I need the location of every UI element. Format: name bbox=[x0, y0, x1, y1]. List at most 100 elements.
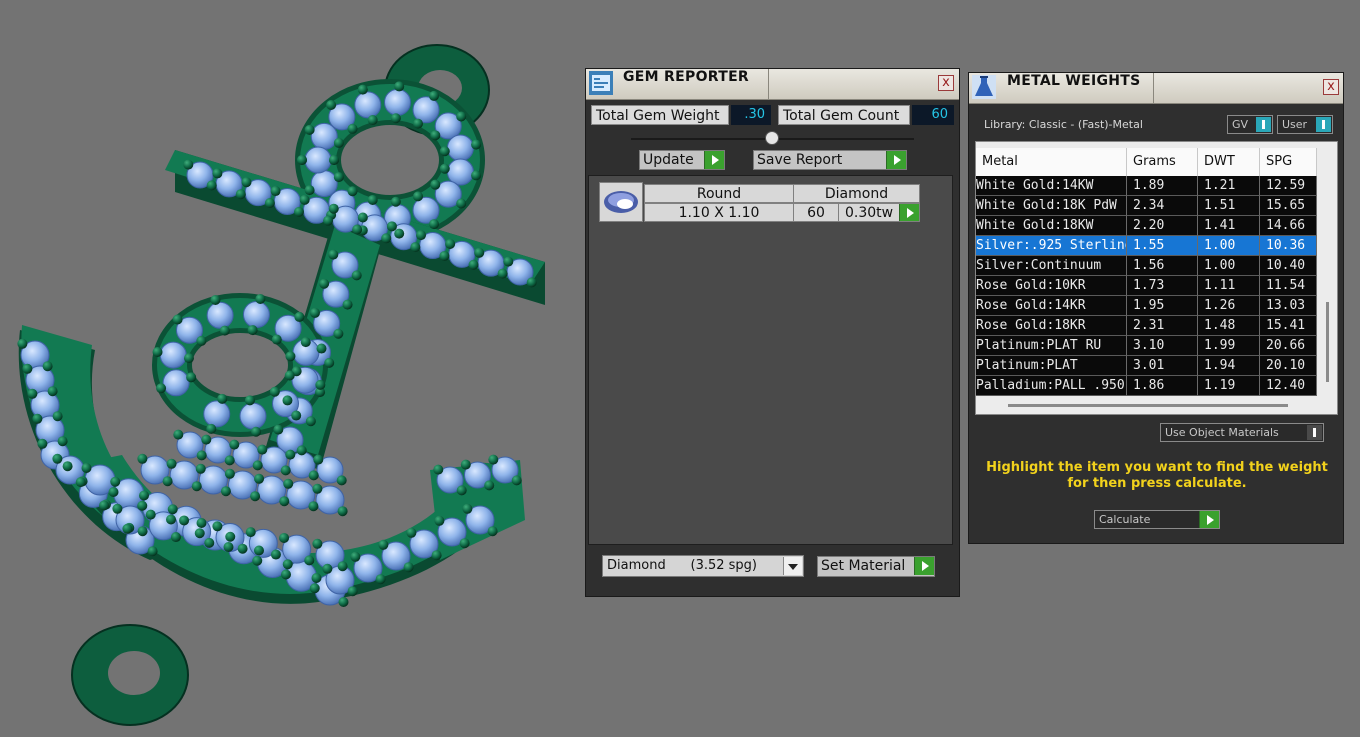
gem-stones bbox=[20, 88, 534, 606]
metal-weights-close-button[interactable]: x bbox=[1323, 79, 1339, 95]
prong-bead bbox=[413, 118, 423, 129]
prong-bead bbox=[251, 426, 262, 437]
prong-bead bbox=[352, 224, 363, 235]
update-button[interactable]: Update bbox=[639, 150, 725, 170]
prong-bead bbox=[81, 463, 92, 473]
prong-bead bbox=[255, 294, 266, 305]
prong-bead bbox=[439, 163, 450, 174]
table-row[interactable]: Rose Gold:14KR 1.95 1.26 13.03 bbox=[976, 296, 1317, 316]
prong-bead bbox=[42, 361, 53, 372]
gem-thumbnail[interactable] bbox=[599, 182, 643, 222]
vertical-scrollbar[interactable] bbox=[1326, 302, 1329, 382]
material-select-value: Diamond (3.52 spg) bbox=[607, 558, 757, 573]
set-material-button[interactable]: Set Material bbox=[817, 556, 935, 577]
prong-bead bbox=[145, 509, 156, 520]
prong-bead bbox=[284, 370, 295, 381]
column-header[interactable]: DWT bbox=[1198, 148, 1260, 176]
horizontal-scrollbar[interactable] bbox=[1008, 404, 1288, 407]
gem-total-weight-label: 0.30tw bbox=[845, 205, 894, 221]
gem-reporter-titlebar[interactable]: GEM REPORTER x bbox=[586, 69, 959, 100]
divider-slider-handle[interactable] bbox=[765, 131, 779, 145]
prong-bead bbox=[241, 177, 252, 188]
gem-total-weight[interactable]: 0.30tw bbox=[838, 203, 920, 222]
metal-cell-spg: 12.40 bbox=[1260, 376, 1317, 396]
update-go-icon bbox=[704, 151, 724, 169]
prong-bead bbox=[429, 90, 439, 101]
prong-bead bbox=[137, 526, 148, 537]
material-select[interactable]: Diamond (3.52 spg) bbox=[602, 555, 804, 577]
metal-cell-metal: Rose Gold:14KR bbox=[976, 296, 1127, 316]
prong-bead bbox=[162, 476, 173, 487]
column-header[interactable]: Grams bbox=[1127, 148, 1198, 176]
prong-bead bbox=[220, 486, 231, 497]
prong-bead bbox=[484, 480, 495, 491]
prong-bead bbox=[137, 453, 148, 464]
gem-stone bbox=[354, 91, 382, 119]
column-header[interactable]: Metal bbox=[976, 148, 1127, 176]
use-object-materials-toggle[interactable]: Use Object Materials bbox=[1160, 423, 1324, 442]
gv-toggle[interactable]: GV bbox=[1227, 115, 1273, 134]
library-label: Library: Classic - (Fast)-Metal bbox=[984, 118, 1143, 131]
anchor-pendant-model bbox=[17, 44, 545, 726]
prong-bead bbox=[367, 115, 378, 126]
metal-cell-grams: 3.10 bbox=[1127, 336, 1198, 356]
table-row[interactable]: White Gold:18K PdW 2.34 1.51 15.65 bbox=[976, 196, 1317, 216]
user-toggle[interactable]: User bbox=[1277, 115, 1333, 134]
calculate-button-label: Calculate bbox=[1099, 513, 1151, 526]
table-row[interactable]: Rose Gold:18KR 2.31 1.48 15.41 bbox=[976, 316, 1317, 336]
prong-bead bbox=[328, 249, 339, 260]
gem-stone bbox=[242, 301, 270, 329]
gem-row-go-icon bbox=[899, 204, 919, 221]
prong-bead bbox=[99, 500, 110, 511]
table-row[interactable]: White Gold:18KW 2.20 1.41 14.66 bbox=[976, 216, 1317, 236]
gem-stone bbox=[162, 369, 190, 397]
set-material-go-icon bbox=[914, 557, 934, 575]
prong-bead bbox=[347, 123, 358, 134]
prong-bead bbox=[282, 395, 293, 406]
use-object-materials-label: Use Object Materials bbox=[1165, 426, 1279, 439]
table-row[interactable]: Palladium:PALL .950 1.86 1.19 12.40 bbox=[976, 376, 1317, 396]
update-button-label: Update bbox=[643, 152, 694, 168]
metal-cell-grams: 1.86 bbox=[1127, 376, 1198, 396]
instruction-line-1: Highlight the item you want to find the … bbox=[986, 460, 1328, 475]
metal-cell-grams: 1.73 bbox=[1127, 276, 1198, 296]
prong-bead bbox=[196, 335, 207, 346]
prong-bead bbox=[245, 527, 256, 538]
total-gem-weight-label: Total Gem Weight bbox=[591, 105, 729, 125]
user-toggle-label: User bbox=[1282, 118, 1308, 131]
prong-bead bbox=[338, 597, 349, 607]
prong-bead bbox=[304, 555, 315, 566]
prong-bead bbox=[386, 221, 397, 232]
column-header[interactable]: SPG bbox=[1260, 148, 1317, 176]
prong-bead bbox=[433, 464, 444, 475]
table-row[interactable]: Silver:Continuum 1.56 1.00 10.40 bbox=[976, 256, 1317, 276]
metal-cell-spg: 15.65 bbox=[1260, 196, 1317, 216]
metal-cell-spg: 11.54 bbox=[1260, 276, 1317, 296]
prong-bead bbox=[52, 453, 63, 464]
metal-cell-metal: Rose Gold:10KR bbox=[976, 276, 1127, 296]
prong-bead bbox=[309, 583, 320, 594]
prong-bead bbox=[367, 194, 378, 205]
calculate-button[interactable]: Calculate bbox=[1094, 510, 1220, 529]
metal-weights-titlebar[interactable]: METAL WEIGHTS x bbox=[969, 73, 1343, 104]
table-row[interactable]: Rose Gold:10KR 1.73 1.11 11.54 bbox=[976, 276, 1317, 296]
table-row[interactable]: White Gold:14KW 1.89 1.21 12.59 bbox=[976, 176, 1317, 196]
prong-bead bbox=[57, 436, 68, 447]
prong-bead bbox=[333, 328, 344, 339]
table-row[interactable]: Silver:.925 Sterling 1.55 1.00 10.36 bbox=[976, 236, 1317, 256]
gem-reporter-close-button[interactable]: x bbox=[938, 75, 954, 91]
save-report-button[interactable]: Save Report bbox=[753, 150, 907, 170]
prong-bead bbox=[271, 334, 282, 345]
calculate-go-icon bbox=[1199, 511, 1219, 528]
prong-bead bbox=[333, 172, 344, 183]
gem-stone bbox=[384, 88, 412, 116]
metal-cell-metal: Silver:.925 Sterling bbox=[976, 236, 1127, 256]
table-row[interactable]: Platinum:PLAT RU 3.10 1.99 20.66 bbox=[976, 336, 1317, 356]
metal-cell-grams: 2.20 bbox=[1127, 216, 1198, 236]
table-row[interactable]: Platinum:PLAT 3.01 1.94 20.10 bbox=[976, 356, 1317, 376]
prong-bead bbox=[279, 496, 290, 507]
prong-bead bbox=[22, 363, 33, 374]
prong-bead bbox=[172, 314, 183, 325]
prong-bead bbox=[264, 198, 275, 209]
prong-bead bbox=[32, 413, 43, 424]
